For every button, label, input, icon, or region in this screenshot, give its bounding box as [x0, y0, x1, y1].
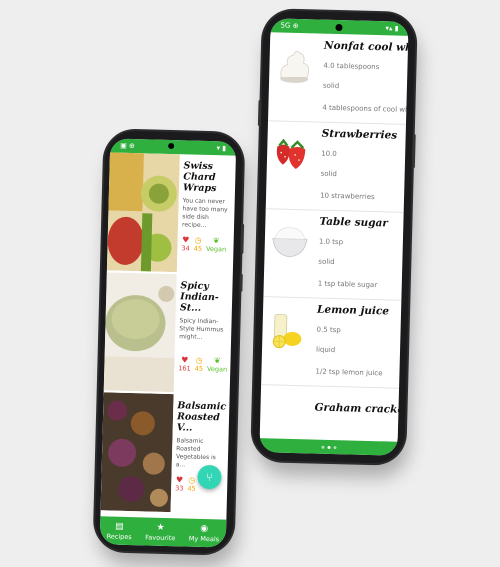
- clock-icon: ◷: [194, 235, 202, 245]
- lemon-image: [272, 314, 302, 349]
- recipe-description: You can never have too many side dish re…: [181, 197, 228, 229]
- recipe-stats: ♥ 34 ◷ 45 ❦ Vegan: [181, 235, 233, 253]
- recipes-screen: ▣ ⊕ ▾ ▮ Swiss Chard Wraps You can never: [99, 138, 237, 548]
- whipped-cream-image: [280, 50, 310, 83]
- star-icon: ★: [156, 522, 165, 533]
- minutes-count: 45: [193, 244, 203, 253]
- nav-favourite[interactable]: ★ Favourite: [145, 522, 176, 542]
- status-icons: ▾▴ ▮: [385, 24, 399, 33]
- status-left-icons: ▣ ⊕: [120, 141, 135, 151]
- nav-favourite-label: Favourite: [145, 532, 176, 542]
- ingredient-name: Nonfat cool whip: [323, 39, 409, 55]
- phone-ingredients: 5G ⊕ ▾▴ ▮ Nonfat cool whip 4.0 tablespoo…: [252, 10, 416, 464]
- sugar-image: [272, 227, 308, 258]
- ingredient-name: Strawberries: [321, 127, 398, 142]
- minutes-count: 45: [187, 484, 196, 493]
- recipe-card[interactable]: Spicy Indian-St... Spicy Indian-Style Hu…: [103, 272, 233, 393]
- recipe-info: Spicy Indian-St... Spicy Indian-Style Hu…: [176, 274, 233, 393]
- recipe-stats: ♥ 161 ◷ 45 ❦ Vegan: [178, 355, 230, 373]
- ingredient-item[interactable]: Table sugar 1.0 tsp solid 1 tsp table su…: [263, 208, 404, 301]
- likes-count: 161: [178, 364, 191, 373]
- ingredient-description: 1 tsp table sugar: [317, 279, 378, 290]
- ingredient-name: Lemon juice: [316, 303, 390, 318]
- likes-stat: ♥ 161: [178, 355, 191, 372]
- nav-recipes[interactable]: ▤ Recipes: [106, 521, 133, 541]
- ingredient-item[interactable]: Lemon juice 0.5 tsp liquid 1/2 tsp lemon…: [261, 296, 402, 389]
- power-button: [240, 223, 245, 254]
- leaf-icon: ❦: [213, 356, 221, 366]
- book-icon: ▤: [115, 521, 124, 532]
- leaf-icon: ❦: [212, 236, 220, 246]
- bottom-navigation: ▤ Recipes ★ Favourite ◉ My Meals: [99, 516, 227, 548]
- ingredient-description: 10 strawberries: [319, 191, 375, 202]
- clock-icon: ◷: [195, 355, 203, 365]
- ingredient-state: solid: [322, 81, 340, 91]
- nav-recipes-label: Recipes: [106, 531, 132, 541]
- page-dot[interactable]: [320, 445, 325, 449]
- recipe-image-swiss-chard: [106, 152, 180, 273]
- diet-stat: ❦ Vegan: [206, 356, 228, 374]
- status-left: 5G ⊕: [280, 21, 299, 30]
- mockup-stage: 5G ⊕ ▾▴ ▮ Nonfat cool whip 4.0 tablespoo…: [0, 0, 500, 567]
- recipe-card[interactable]: Swiss Chard Wraps You can never have too…: [106, 152, 236, 273]
- recipe-title: Spicy Indian-St...: [179, 280, 219, 314]
- meal-icon: ◉: [200, 523, 209, 534]
- heart-icon: ♥: [182, 235, 190, 245]
- volume-button: [257, 99, 262, 127]
- likes-count: 34: [181, 244, 190, 253]
- recipe-description: Spicy Indian-Style Hummus might...: [179, 317, 224, 341]
- ingredient-amount: 1.0 tsp: [318, 237, 344, 247]
- diet-label: Vegan: [205, 244, 227, 254]
- ingredient-item[interactable]: Strawberries 10.0 solid 10 strawberries: [265, 120, 406, 213]
- ingredients-screen: 5G ⊕ ▾▴ ▮ Nonfat cool whip 4.0 tablespoo…: [259, 18, 409, 456]
- cutlery-icon: ⑂: [205, 470, 213, 484]
- nav-my-meals-label: My Meals: [188, 534, 220, 543]
- page-dot[interactable]: [332, 445, 337, 449]
- heart-icon: ♥: [181, 355, 189, 365]
- recipe-image-hummus: [103, 272, 177, 393]
- power-button: [411, 134, 416, 169]
- recipe-image-roasted-vegetables: [100, 392, 174, 513]
- ingredient-amount: 0.5 tsp: [316, 325, 341, 335]
- time-stat: ◷ 45: [195, 356, 204, 373]
- phone-recipes: ▣ ⊕ ▾ ▮ Swiss Chard Wraps You can never: [94, 130, 245, 554]
- time-stat: ◷ 45: [187, 476, 196, 493]
- likes-stat: ♥ 33: [175, 475, 184, 492]
- clock-icon: ◷: [188, 475, 196, 485]
- likes-stat: ♥ 34: [181, 235, 190, 252]
- ingredient-description: 4 tablespoons of cool whip: [322, 103, 409, 115]
- strawberries-image: [276, 138, 306, 169]
- volume-button: [239, 273, 243, 292]
- page-indicator: [259, 438, 398, 456]
- ingredient-name: Table sugar: [319, 215, 389, 230]
- ingredient-amount: 4.0 tablespoons: [323, 61, 380, 72]
- recipe-description: Balsamic Roasted Vegetables is a...: [175, 437, 216, 469]
- nav-my-meals[interactable]: ◉ My Meals: [188, 523, 220, 543]
- diet-label: Vegan: [206, 365, 228, 374]
- time-stat: ◷ 45: [194, 236, 203, 253]
- ingredient-description: 1/2 tsp lemon juice: [315, 367, 383, 378]
- ingredient-state: solid: [320, 169, 338, 179]
- recipe-title: Swiss Chard Wraps: [182, 160, 217, 195]
- ingredient-amount: 10.0: [321, 149, 337, 159]
- recipe-info: Balsamic Roasted V... Balsamic Roasted V…: [173, 394, 230, 513]
- heart-icon: ♥: [175, 475, 184, 485]
- ingredient-list: Nonfat cool whip 4.0 tablespoons solid 4…: [260, 32, 409, 441]
- ingredient-name: Graham cracker: [314, 401, 409, 417]
- diet-stat: ❦ Vegan: [205, 236, 227, 254]
- ingredient-item[interactable]: Nonfat cool whip 4.0 tablespoons solid 4…: [268, 32, 409, 125]
- ingredient-state: solid: [318, 257, 335, 267]
- status-icons: ▾ ▮: [216, 144, 227, 153]
- recipe-card[interactable]: Balsamic Roasted V... Balsamic Roasted V…: [100, 392, 230, 513]
- minutes-count: 45: [194, 364, 204, 373]
- page-dot-active[interactable]: [326, 445, 331, 449]
- recipe-title: Balsamic Roasted V...: [176, 400, 227, 434]
- likes-count: 33: [175, 484, 184, 493]
- ingredient-state: liquid: [315, 345, 336, 355]
- recipe-info: Swiss Chard Wraps You can never have too…: [179, 154, 236, 273]
